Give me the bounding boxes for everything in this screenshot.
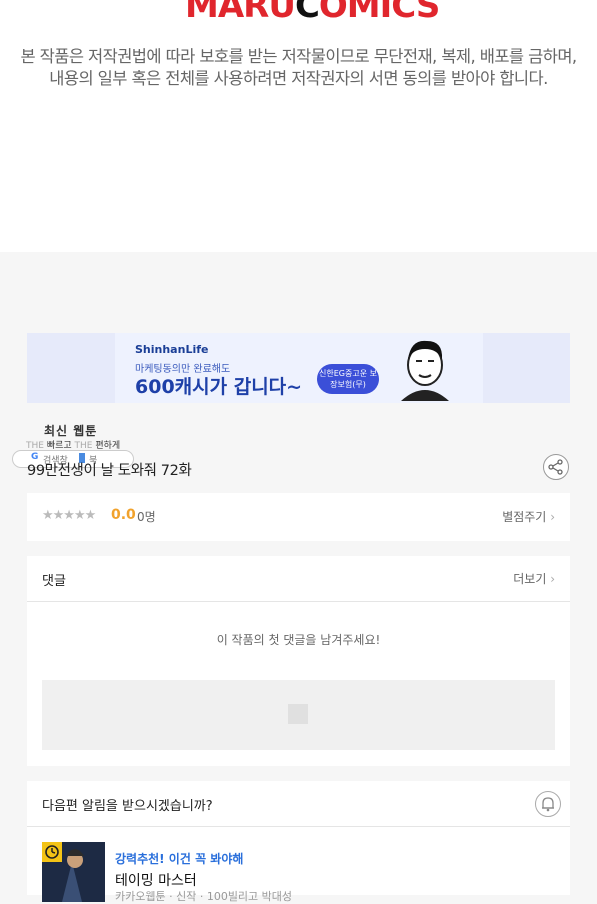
rating-card: ★★★★★ 0.0 0명 별점주기 › [27,493,570,541]
comments-title: 댓글 [42,574,66,589]
ad-pill: 신한EG중고운 보장보험(무) [317,364,379,394]
latest-title: 최신 웹툰 [44,424,98,438]
comments-card: 댓글 더보기 › 이 작품의 첫 댓글을 남겨주세요! [27,556,570,766]
header-area: MARUCOMICS 본 작품은 저작권법에 따라 보호를 받는 저작물이므로 … [0,0,597,252]
rating-stars[interactable]: ★★★★★ [42,508,96,523]
logo-text-a: MARU [185,0,296,26]
logo-text-b: C [294,0,320,26]
rating-count: 0명 [137,510,156,524]
cartoon-face-icon [397,335,453,401]
ad-brand: ShinhanLife [135,343,209,356]
notification-header: 다음편 알림을 받으시겠습니까? [27,781,570,827]
notification-card: 다음편 알림을 받으시겠습니까? 강력추천! 이건 꼭 봐야해 테이밍 마스터 … [27,781,570,903]
chevron-right-icon: › [550,572,555,586]
episode-title: 99만전생이 날 도와줘 72화 [27,463,192,479]
notification-question: 다음편 알림을 받으시겠습니까? [42,799,213,814]
recommend-thumbnail[interactable] [42,842,105,902]
share-icon [548,459,563,475]
notice-line-1: 본 작품은 저작권법에 따라 보호를 받는 저작물이므로 무단전재, 복제, 배… [20,47,577,66]
bell-icon [542,797,554,812]
share-button[interactable] [543,454,569,480]
ad-creative[interactable]: ShinhanLife 마케팅동의만 완료해도 600캐시가 갑니다~ 신한EG… [115,333,483,403]
empty-comments-message: 이 작품의 첫 댓글을 남겨주세요! [216,633,381,647]
recommend-meta: 카카오웹툰 · 신작 · 100빌리고 박대성 [115,890,293,903]
comment-input[interactable] [42,680,555,750]
rate-button-label: 별점주기 [502,510,547,524]
ad-headline: 600캐시가 갑니다~ [135,376,303,398]
site-logo[interactable]: MARUCOMICS [185,0,440,26]
more-label: 더보기 [513,572,547,586]
comments-more-link[interactable]: 더보기 › [513,570,555,587]
comments-header: 댓글 더보기 › [27,556,570,602]
ad-banner[interactable]: ShinhanLife 마케팅동의만 완료해도 600캐시가 갑니다~ 신한EG… [27,333,570,403]
clock-badge-icon [42,842,105,902]
logo-text-c: OMICS [318,0,440,26]
notice-line-2: 내용의 일부 혹은 전체를 사용하려면 저작권자의 서면 동의를 받아야 합니다… [49,69,548,88]
recommend-label: 강력추천! 이건 꼭 봐야해 [115,852,244,866]
comment-placeholder-icon [288,704,308,724]
notify-toggle-button[interactable] [535,791,561,817]
chevron-right-icon: › [550,510,555,524]
copyright-notice: 본 작품은 저작권법에 따라 보호를 받는 저작물이므로 무단전재, 복제, 배… [0,46,597,90]
rating-score: 0.0 [111,507,136,523]
recommend-title[interactable]: 테이밍 마스터 [115,870,197,890]
rate-button[interactable]: 별점주기 › [502,508,555,525]
